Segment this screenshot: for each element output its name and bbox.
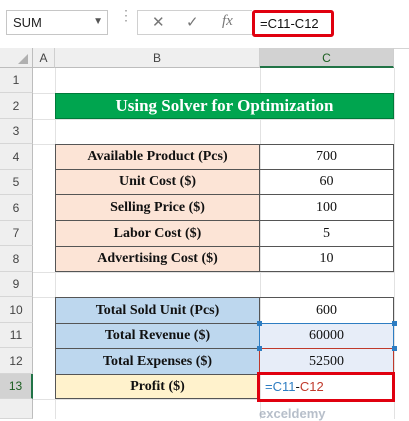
table2-label[interactable]: Total Sold Unit (Pcs) — [55, 297, 260, 324]
table2-value-revenue[interactable]: 60000 — [259, 323, 394, 349]
row-header-5[interactable]: 5 — [0, 170, 33, 195]
name-box[interactable]: SUM ▼ — [6, 10, 108, 35]
row-header-6[interactable]: 6 — [0, 195, 33, 221]
table1-label[interactable]: Labor Cost ($) — [55, 220, 260, 247]
formula-input[interactable]: =C11-C12 — [252, 10, 334, 37]
formula-buttons: ✕ ✓ fx — [137, 10, 252, 35]
range-handle[interactable] — [392, 346, 397, 351]
row-header-9[interactable]: 9 — [0, 272, 33, 297]
row-header-7[interactable]: 7 — [0, 221, 33, 246]
column-header-c[interactable]: C — [260, 48, 394, 68]
select-all-corner[interactable] — [0, 48, 33, 68]
table1-value[interactable]: 700 — [259, 144, 394, 170]
row-header-2[interactable]: 2 — [0, 93, 33, 119]
formula-bar: SUM ▼ ⋮ ✕ ✓ fx =C11-C12 — [0, 0, 409, 49]
cancel-icon[interactable]: ✕ — [152, 13, 165, 31]
row-header-11[interactable]: 11 — [0, 323, 33, 348]
table1-value[interactable]: 60 — [259, 169, 394, 195]
table2-value-expenses[interactable]: 52500 — [259, 348, 394, 375]
range-handle[interactable] — [257, 346, 262, 351]
table1-value[interactable]: 100 — [259, 194, 394, 221]
select-all-icon — [18, 54, 28, 64]
column-header-a[interactable]: A — [33, 48, 55, 68]
name-box-value: SUM — [13, 15, 42, 30]
gridline — [33, 272, 394, 273]
row-header-10[interactable]: 10 — [0, 297, 33, 323]
row-header-4[interactable]: 4 — [0, 144, 33, 170]
range-handle[interactable] — [392, 321, 397, 326]
table2-label[interactable]: Profit ($) — [55, 374, 260, 399]
range-handle[interactable] — [257, 321, 262, 326]
table2-value[interactable]: 600 — [259, 297, 394, 324]
active-cell-highlight — [257, 372, 395, 402]
row-header-1[interactable]: 1 — [0, 68, 33, 93]
chevron-down-icon[interactable]: ▼ — [93, 16, 103, 27]
gridline — [33, 119, 394, 120]
table1-label[interactable]: Unit Cost ($) — [55, 169, 260, 195]
table1-value[interactable]: 5 — [259, 220, 394, 247]
row-header-12[interactable]: 12 — [0, 348, 33, 374]
table2-label[interactable]: Total Expenses ($) — [55, 348, 260, 375]
sheet-title: Using Solver for Optimization — [55, 93, 394, 119]
table1-label[interactable]: Advertising Cost ($) — [55, 246, 260, 272]
enter-icon[interactable]: ✓ — [186, 13, 199, 31]
row-header-3[interactable]: 3 — [0, 119, 33, 144]
column-header-b[interactable]: B — [55, 48, 260, 68]
row-header-14 — [0, 399, 33, 419]
table1-label[interactable]: Selling Price ($) — [55, 194, 260, 221]
table1-value[interactable]: 10 — [259, 246, 394, 272]
row-header-13[interactable]: 13 — [0, 374, 33, 399]
row-header-8[interactable]: 8 — [0, 246, 33, 272]
gridline — [394, 68, 395, 419]
formula-text: =C11-C12 — [260, 16, 319, 31]
insert-function-icon[interactable]: fx — [222, 13, 233, 30]
table1-label[interactable]: Available Product (Pcs) — [55, 144, 260, 170]
table2-label[interactable]: Total Revenue ($) — [55, 323, 260, 349]
more-options-icon[interactable]: ⋮ — [119, 8, 133, 22]
